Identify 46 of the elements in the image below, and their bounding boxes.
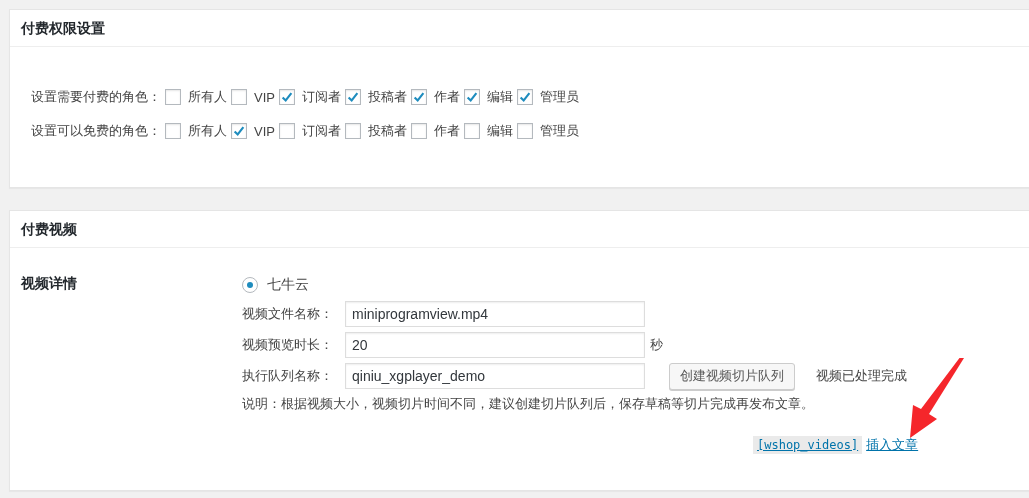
checkbox[interactable] xyxy=(410,89,427,105)
input-field[interactable]: 20 xyxy=(345,332,645,358)
checkbox[interactable] xyxy=(231,123,247,139)
checkbox[interactable] xyxy=(344,123,361,139)
role-label: VIP xyxy=(254,123,275,139)
checkbox[interactable] xyxy=(344,89,361,105)
checkbox[interactable] xyxy=(463,123,480,139)
role-label: 编辑 xyxy=(486,88,513,106)
input-field[interactable]: miniprogramview.mp4 xyxy=(345,301,645,327)
checkbox[interactable] xyxy=(278,123,295,139)
checkbox[interactable] xyxy=(231,89,247,105)
checkbox[interactable] xyxy=(516,123,533,139)
row-label: 设置可以免费的角色： xyxy=(31,122,161,140)
role-label: 作者 xyxy=(433,122,460,140)
role-label: 所有人 xyxy=(188,88,227,106)
role-label: 订阅者 xyxy=(301,122,341,140)
role-label: VIP xyxy=(254,89,275,105)
role-label: 投稿者 xyxy=(367,122,407,140)
unit-label: 秒 xyxy=(650,336,663,354)
field-label: 视频文件名称： xyxy=(242,305,334,323)
role-label: 作者 xyxy=(433,88,460,106)
checkbox[interactable] xyxy=(165,89,181,105)
status-text: 视频已处理完成 xyxy=(816,367,907,385)
insert-post-link[interactable]: 插入文章 xyxy=(866,436,919,454)
description-text: 说明：根据视频大小，视频切片时间不同，建议创建切片队列后，保存草稿等切片完成再发布文章。 xyxy=(242,395,815,413)
checkbox[interactable] xyxy=(165,123,181,139)
field-label: 视频预览时长： xyxy=(242,336,334,354)
role-label: 所有人 xyxy=(188,122,227,140)
row-label: 设置需要付费的角色： xyxy=(31,88,161,106)
checkbox[interactable] xyxy=(516,89,533,105)
checkbox[interactable] xyxy=(278,89,295,105)
create-queue-button[interactable]: 创建视频切片队列 xyxy=(669,362,795,390)
role-label: 编辑 xyxy=(486,122,513,140)
field-label: 执行队列名称： xyxy=(242,367,334,385)
role-label: 投稿者 xyxy=(367,88,407,106)
checkbox[interactable] xyxy=(463,89,480,105)
shortcode-text: [wshop_videos] xyxy=(753,436,863,454)
role-label: 订阅者 xyxy=(301,88,341,106)
checkbox[interactable] xyxy=(410,123,427,139)
input-field[interactable]: qiniu_xgplayer_demo xyxy=(345,363,645,389)
panel-title: 付费权限设置 xyxy=(10,10,1029,47)
role-label: 管理员 xyxy=(539,88,579,106)
panel-title: 付费视频 xyxy=(10,211,1029,248)
section-label: 视频详情 xyxy=(21,275,77,291)
role-label: 管理员 xyxy=(539,122,579,140)
radio-label: 七牛云 xyxy=(267,276,309,294)
